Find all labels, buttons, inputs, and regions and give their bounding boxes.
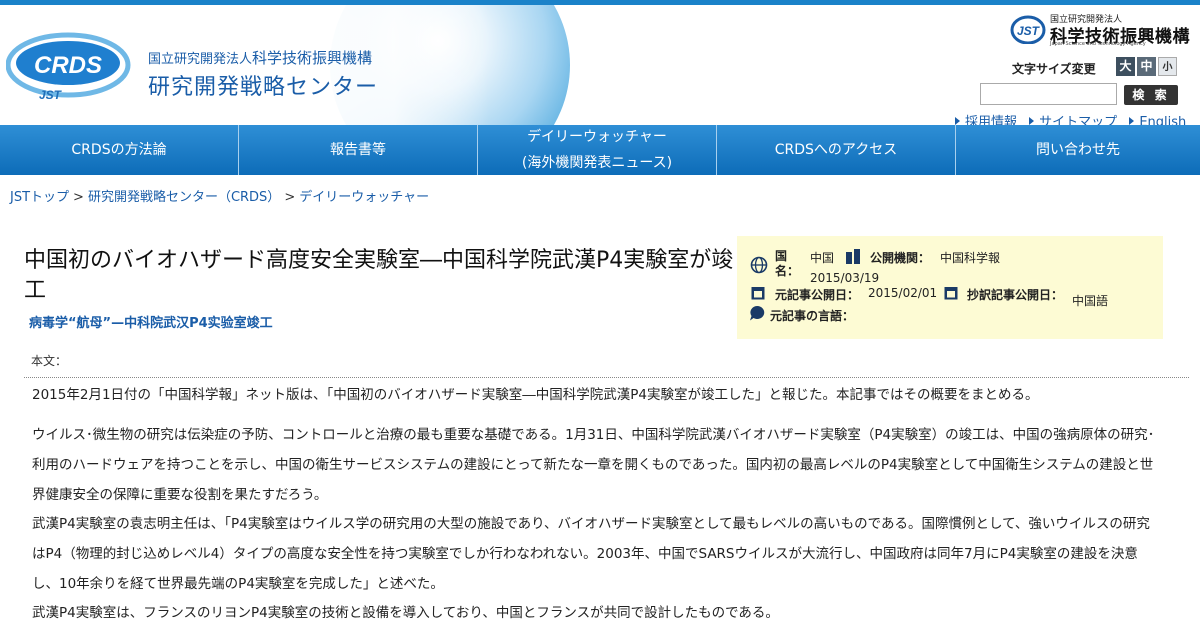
original-title: 病毒学“航母”—中科院武汉P4实验室竣工 [29, 316, 273, 331]
arrow-right-icon [955, 117, 960, 125]
publisher-label: 公開機関： [870, 251, 931, 265]
jst-logo[interactable]: JST 国立研究開発法人 科学技術振興機構 Japan Science and … [1010, 10, 1190, 50]
font-size-label: 文字サイズ変更 [1012, 62, 1096, 76]
building-icon [846, 249, 860, 264]
arrow-right-icon [1129, 117, 1135, 125]
globe-icon [750, 256, 768, 274]
site-header: CRDS JST 国立研究開発法人科学技術振興機構 研究開発戦略センター JST… [0, 5, 1200, 125]
nav-item-access[interactable]: CRDSへのアクセス [717, 125, 956, 175]
language-label: 元記事の言語： [770, 309, 855, 323]
nav-item-contact[interactable]: 問い合わせ先 [956, 125, 1200, 175]
translation-date-label: 抄訳記事公開日： [967, 288, 1064, 302]
breadcrumb-daily-watcher[interactable]: デイリーウォッチャー [299, 190, 429, 205]
arrow-right-icon [1029, 117, 1035, 125]
nav-item-reports[interactable]: 報告書等 [239, 125, 478, 175]
font-size-large-button[interactable]: 大 [1116, 57, 1135, 76]
link-english[interactable]: English [1139, 115, 1186, 125]
org-name-line: 国立研究開発法人科学技術振興機構 [148, 49, 373, 67]
calendar-icon [944, 287, 958, 300]
font-size-medium-button[interactable]: 中 [1137, 57, 1156, 76]
calendar-icon [751, 287, 765, 300]
article-paragraph: ウイルス･微生物の研究は伝染症の予防、コントロールと治療の最も重要な基礎である。… [32, 427, 1155, 503]
crds-logo[interactable]: CRDS JST [6, 29, 132, 101]
search-input[interactable] [980, 83, 1117, 105]
speech-bubble-icon [750, 305, 765, 321]
body-label: 本文： [31, 354, 68, 368]
article-paragraph: 武漢P4実験室は、フランスのリヨンP4実験室の技術と設備を導入しており、中国とフ… [32, 605, 779, 621]
jst-badge-icon: JST [1010, 15, 1046, 44]
center-name[interactable]: 研究開発戦略センター [148, 69, 378, 101]
language-value: 中国語 [1072, 294, 1109, 308]
original-date-label: 元記事公開日： [775, 288, 860, 302]
breadcrumb: JSTトップ > 研究開発戦略センター（CRDS） > デイリーウォッチャー [10, 190, 430, 205]
main-nav: CRDSの方法論 報告書等 デイリーウォッチャー (海外機関発表ニュース) CR… [0, 125, 1200, 175]
utility-links: 採用情報 サイトマップ English [955, 111, 1194, 125]
nav-item-daily-watcher[interactable]: デイリーウォッチャー (海外機関発表ニュース) [478, 125, 717, 175]
country-value: 中国 [810, 251, 835, 265]
country-label: 国名： [775, 249, 800, 278]
page-title: 中国初のバイオハザード高度安全実験室―中国科学院武漢P4実験室が竣工 [24, 248, 734, 303]
svg-text:JST: JST [39, 88, 63, 101]
link-recruitment[interactable]: 採用情報 [965, 115, 1017, 125]
divider [24, 377, 1189, 378]
publisher-value: 中国科学報 [940, 251, 1001, 265]
breadcrumb-crds[interactable]: 研究開発戦略センター（CRDS） [88, 190, 280, 205]
original-date-value: 2015/02/01 [868, 286, 938, 300]
link-sitemap[interactable]: サイトマップ [1039, 115, 1117, 125]
article-paragraph: 武漢P4実験室の袁志明主任は、「P4実験室はウイルス学の研究用の大型の施設であり… [32, 516, 1150, 592]
svg-text:JST: JST [1017, 24, 1041, 38]
article-paragraph: 2015年2月1日付の「中国科学報」ネット版は、「中国初のバイオハザード実験室―… [32, 387, 1039, 403]
breadcrumb-jst-top[interactable]: JSTトップ [10, 190, 69, 205]
article-info-box: 国名： 中国 公開機関： 中国科学報 2015/03/19 元記事公開日： 20… [737, 236, 1163, 339]
font-size-small-button[interactable]: 小 [1158, 57, 1177, 76]
svg-text:CRDS: CRDS [34, 52, 102, 79]
search-button[interactable]: 検 索 [1124, 85, 1178, 105]
release-date: 2015/03/19 [810, 271, 880, 285]
nav-item-methodology[interactable]: CRDSの方法論 [0, 125, 239, 175]
